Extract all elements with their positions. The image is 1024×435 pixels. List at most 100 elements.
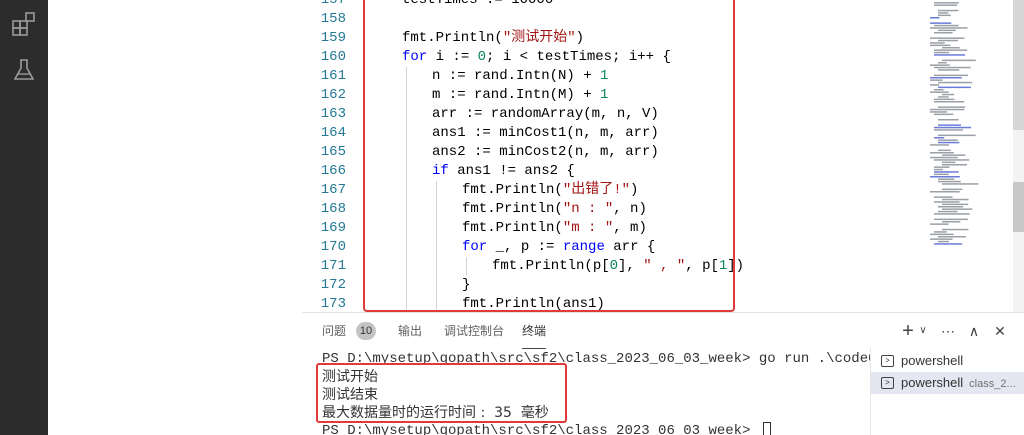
minimap-line xyxy=(938,29,956,32)
minimap-line xyxy=(930,152,954,154)
minimap-line xyxy=(934,231,947,233)
terminal-cursor xyxy=(762,422,771,435)
line-number: 165 xyxy=(320,144,346,160)
minimap-line xyxy=(934,126,972,129)
tab-debug-console[interactable]: 调试控制台 xyxy=(444,313,504,349)
minimap-line xyxy=(934,4,958,6)
minimap-line xyxy=(938,149,951,152)
minimap-line xyxy=(938,119,959,121)
minimap-line xyxy=(930,233,954,236)
minimap-line xyxy=(934,196,953,198)
minimap-line xyxy=(930,108,965,111)
minimap-line xyxy=(938,62,947,64)
terminal-cwd: class_2... xyxy=(969,378,1016,390)
minimap-line xyxy=(930,27,968,29)
minimap-line xyxy=(930,223,949,225)
minimap-line xyxy=(942,228,969,231)
minimap-line xyxy=(938,12,949,14)
terminal-list-item-active[interactable]: > powershell class_2... xyxy=(871,372,1024,394)
minimap-line xyxy=(934,218,968,221)
minimap-line xyxy=(934,213,970,215)
minimap-line xyxy=(934,74,969,77)
minimap-line xyxy=(942,198,969,201)
minimap-line xyxy=(938,139,958,141)
line-number: 157 xyxy=(320,0,346,8)
minimap-line xyxy=(930,42,945,44)
activity-bar xyxy=(0,0,48,435)
minimap[interactable] xyxy=(920,0,1010,312)
line-number: 168 xyxy=(320,201,346,217)
minimap-line xyxy=(938,39,959,42)
minimap-line xyxy=(938,106,966,108)
minimap-line xyxy=(934,54,965,56)
line-number: 170 xyxy=(320,239,346,255)
minimap-line xyxy=(942,188,963,191)
minimap-line xyxy=(930,77,962,79)
minimap-line xyxy=(934,159,970,161)
close-panel-icon[interactable]: ✕ xyxy=(992,321,1008,341)
minimap-line xyxy=(934,137,945,139)
editor-scrollbar-slider[interactable] xyxy=(1013,0,1024,130)
minimap-line xyxy=(934,201,960,203)
minimap-line xyxy=(930,238,953,240)
minimap-line xyxy=(934,129,964,131)
minimap-line xyxy=(930,144,950,146)
minimap-line xyxy=(934,66,971,69)
minimap-line xyxy=(934,101,965,103)
minimap-line xyxy=(930,156,958,159)
terminal-prompt: PS D:\mysetup\gopath\src\sf2\class_2023_… xyxy=(322,423,759,435)
minimap-line xyxy=(934,171,959,173)
minimap-preview xyxy=(930,2,979,245)
line-number: 164 xyxy=(320,125,346,141)
line-number: 163 xyxy=(320,106,346,122)
terminal-name-wrap: powershell class_2... xyxy=(901,372,1016,395)
terminal-icon: > xyxy=(881,355,894,367)
minimap-line xyxy=(930,44,951,47)
terminal-icon: > xyxy=(881,377,894,389)
line-number: 169 xyxy=(320,220,346,236)
minimap-line xyxy=(930,84,940,86)
minimap-line xyxy=(934,2,959,4)
minimap-line xyxy=(934,243,963,245)
sidebar-area xyxy=(48,0,302,435)
minimap-line xyxy=(938,134,976,137)
minimap-line xyxy=(930,111,948,113)
tab-output[interactable]: 输出 xyxy=(398,313,422,349)
minimap-line xyxy=(934,173,949,176)
terminal-name: powershell xyxy=(901,353,964,368)
extensions-icon[interactable] xyxy=(10,10,38,38)
tab-problems[interactable]: 问题 xyxy=(322,313,346,349)
minimap-line xyxy=(934,24,959,27)
minimap-line xyxy=(934,89,944,91)
more-actions-icon[interactable]: ⋯ xyxy=(938,321,958,341)
new-terminal-button[interactable]: + xyxy=(900,321,916,341)
minimap-line xyxy=(930,176,960,178)
minimap-line xyxy=(934,168,943,171)
minimap-line xyxy=(942,203,969,206)
minimap-line xyxy=(930,17,940,19)
testing-flask-icon[interactable] xyxy=(10,56,38,84)
maximize-panel-icon[interactable]: ∧ xyxy=(966,321,982,341)
terminal-list-item[interactable]: > powershell xyxy=(871,350,1024,372)
tab-terminal[interactable]: 终端 xyxy=(522,313,547,349)
minimap-line xyxy=(938,206,964,208)
minimap-line xyxy=(938,124,961,126)
minimap-line xyxy=(938,86,971,89)
line-number: 162 xyxy=(320,87,346,103)
line-number: 158 xyxy=(320,11,346,27)
minimap-line xyxy=(930,191,960,193)
minimap-line xyxy=(934,49,968,51)
minimap-line xyxy=(942,161,956,164)
minimap-line xyxy=(938,9,959,12)
minimap-line xyxy=(934,113,954,116)
minimap-line xyxy=(938,210,958,213)
line-number: 172 xyxy=(320,277,346,293)
minimap-line xyxy=(942,47,960,49)
panel-tab-bar: 问题 10 输出 调试控制台 终端 + ∨ ⋯ ∧ ✕ xyxy=(302,313,1024,349)
line-number: 166 xyxy=(320,163,346,179)
chevron-down-icon[interactable]: ∨ xyxy=(916,321,930,341)
minimap-line xyxy=(942,208,973,210)
minimap-line xyxy=(942,221,961,223)
minimap-line xyxy=(930,37,965,39)
minimap-line xyxy=(942,164,968,166)
